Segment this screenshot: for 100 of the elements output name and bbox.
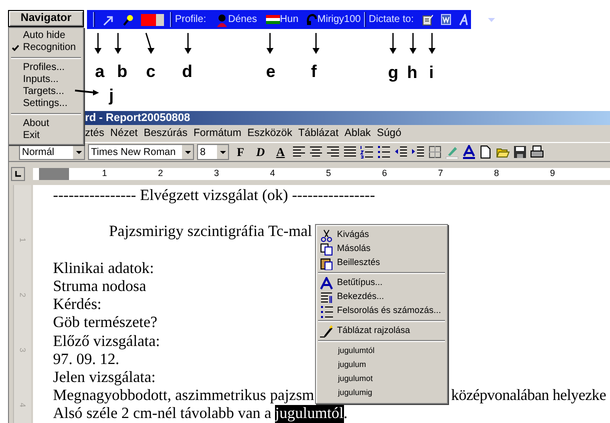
menu-item[interactable]: ztés xyxy=(85,126,104,142)
text-style-icon[interactable] xyxy=(458,14,470,26)
menu-item[interactable]: Profiles... xyxy=(9,62,83,74)
dropdown-arrow-icon[interactable] xyxy=(76,150,82,154)
profile-label: Profile: xyxy=(175,13,206,27)
paragraph-icon xyxy=(320,290,333,304)
numbered-list-icon[interactable] xyxy=(360,145,374,159)
arrow xyxy=(94,33,102,54)
arrow xyxy=(266,33,274,54)
vocabulary-name[interactable]: Mirigy100 xyxy=(317,12,361,27)
ruler-number: 1 xyxy=(18,238,28,242)
ruler-number: 6 xyxy=(380,167,387,180)
annotation-letter: b xyxy=(117,63,128,80)
ruler-number: 3 xyxy=(18,348,28,352)
menu-item[interactable]: Bekezdés... xyxy=(337,290,384,304)
new-document-icon[interactable] xyxy=(479,145,493,159)
ruler-number: 4 xyxy=(268,167,275,180)
bullet-list-icon[interactable] xyxy=(377,145,391,159)
annotation-letter: g xyxy=(388,64,398,81)
person-icon[interactable] xyxy=(216,12,228,26)
print-icon[interactable] xyxy=(530,145,544,159)
menu-item[interactable]: Felsorolás és számozás... xyxy=(337,304,442,318)
annotation-letter: a xyxy=(95,63,104,80)
document-text: 97. 09. 12. xyxy=(53,350,120,369)
document-text: Kérdés: xyxy=(53,296,102,314)
suggestion-item[interactable]: jugulumot xyxy=(316,372,447,386)
document-text: Pajzsmirigy szcintigráfia Tc-mal xyxy=(109,223,312,242)
document-text: Megnagyobbodott, aszimmetrikus pajzsm xyxy=(53,387,314,406)
menu-item[interactable]: Inputs... xyxy=(9,74,83,86)
format-button[interactable]: D xyxy=(252,143,269,161)
format-button[interactable]: A xyxy=(272,143,289,161)
justify-icon[interactable] xyxy=(343,145,357,159)
annotation-letter: f xyxy=(311,63,317,80)
save-icon[interactable] xyxy=(513,145,527,159)
ruler-number: 1 xyxy=(100,167,107,180)
menu-item[interactable]: Recognition xyxy=(9,42,83,54)
document-text: középvonalában helyezke xyxy=(451,387,606,406)
arrow xyxy=(410,33,416,54)
ruler-number: 2 xyxy=(156,167,163,180)
arrow xyxy=(312,33,320,54)
pencil-icon xyxy=(320,324,333,338)
ruler-number: 5 xyxy=(324,167,331,180)
borders-icon[interactable] xyxy=(428,145,442,159)
font-color-icon[interactable] xyxy=(462,145,476,159)
menu-item[interactable]: Eszközök xyxy=(247,126,292,142)
menu-item[interactable]: Betűtípus... xyxy=(337,276,383,290)
align-center-icon[interactable] xyxy=(309,145,323,159)
paste-icon xyxy=(320,256,333,270)
tab-stop-icon[interactable] xyxy=(11,167,25,181)
status-indicator xyxy=(141,14,164,26)
menu-item[interactable]: Beszúrás xyxy=(144,126,188,142)
format-button[interactable]: F xyxy=(232,143,249,161)
suggestion-item[interactable]: jugulumtól xyxy=(316,344,447,358)
font-dropdown[interactable]: Times New Roman xyxy=(88,144,194,160)
dropdown-arrow-icon[interactable] xyxy=(184,150,190,154)
ruler-number: 7 xyxy=(436,167,443,180)
menu-item[interactable]: Auto hide xyxy=(9,30,83,42)
ruler-number: 8 xyxy=(492,167,499,180)
ruler[interactable]: 1 2 3 4 5 6 7 8 9 xyxy=(33,168,610,180)
menu-item[interactable]: Settings... xyxy=(9,98,83,110)
menu-item[interactable]: Targets... xyxy=(9,86,83,98)
flag-icon[interactable] xyxy=(266,15,280,24)
align-left-icon[interactable] xyxy=(292,145,306,159)
menu-item[interactable]: Beillesztés xyxy=(337,256,380,270)
annotation-letter: d xyxy=(182,63,192,80)
document-text: Jelen vizsgálata: xyxy=(53,368,156,388)
font-icon xyxy=(320,276,333,290)
decrease-indent-icon[interactable] xyxy=(394,145,408,159)
navigator-button[interactable]: Navigator xyxy=(8,10,84,27)
user-name[interactable]: Dénes xyxy=(228,12,258,27)
document-text: ---------------- Elvégzett vizsgálat (ok) ---------------- xyxy=(53,187,376,206)
document-text: Előző vizsgálata: xyxy=(53,332,160,351)
selected-word: jugulumtól xyxy=(275,405,344,423)
annotation-letter: e xyxy=(266,63,276,80)
arrow xyxy=(428,33,436,54)
microphone-icon[interactable] xyxy=(121,12,135,26)
menu-item[interactable]: Formátum xyxy=(193,126,242,142)
menu-item[interactable]: Másolás xyxy=(337,242,371,256)
notepad-icon[interactable] xyxy=(422,14,433,26)
menu-item[interactable]: Exit xyxy=(9,130,83,142)
arrow xyxy=(114,33,122,54)
size-dropdown[interactable]: 8 xyxy=(197,144,229,160)
increase-indent-icon[interactable] xyxy=(411,145,425,159)
menu-item[interactable]: Nézet xyxy=(110,126,138,142)
arrow xyxy=(390,33,396,54)
document-text: Göb természete? xyxy=(53,314,158,332)
arrow xyxy=(145,32,154,54)
suggestion-item[interactable]: jugulumig xyxy=(316,386,447,400)
bullet-list-icon xyxy=(320,304,333,318)
menu-item[interactable]: Táblázat rajzolása xyxy=(337,324,410,338)
document-icon[interactable] xyxy=(440,14,451,25)
align-right-icon[interactable] xyxy=(326,145,340,159)
dropdown-arrow-icon[interactable] xyxy=(220,150,226,154)
suggestion-item[interactable]: jugulum xyxy=(316,358,447,372)
menu-item[interactable]: Súgó xyxy=(376,126,402,142)
menu-item[interactable]: Kivágás xyxy=(337,228,370,242)
language-name[interactable]: Hun xyxy=(280,12,298,27)
menu-item[interactable]: Ablak xyxy=(344,126,371,142)
menu-item[interactable]: Táblázat xyxy=(298,126,339,142)
document-text: . xyxy=(344,405,348,423)
